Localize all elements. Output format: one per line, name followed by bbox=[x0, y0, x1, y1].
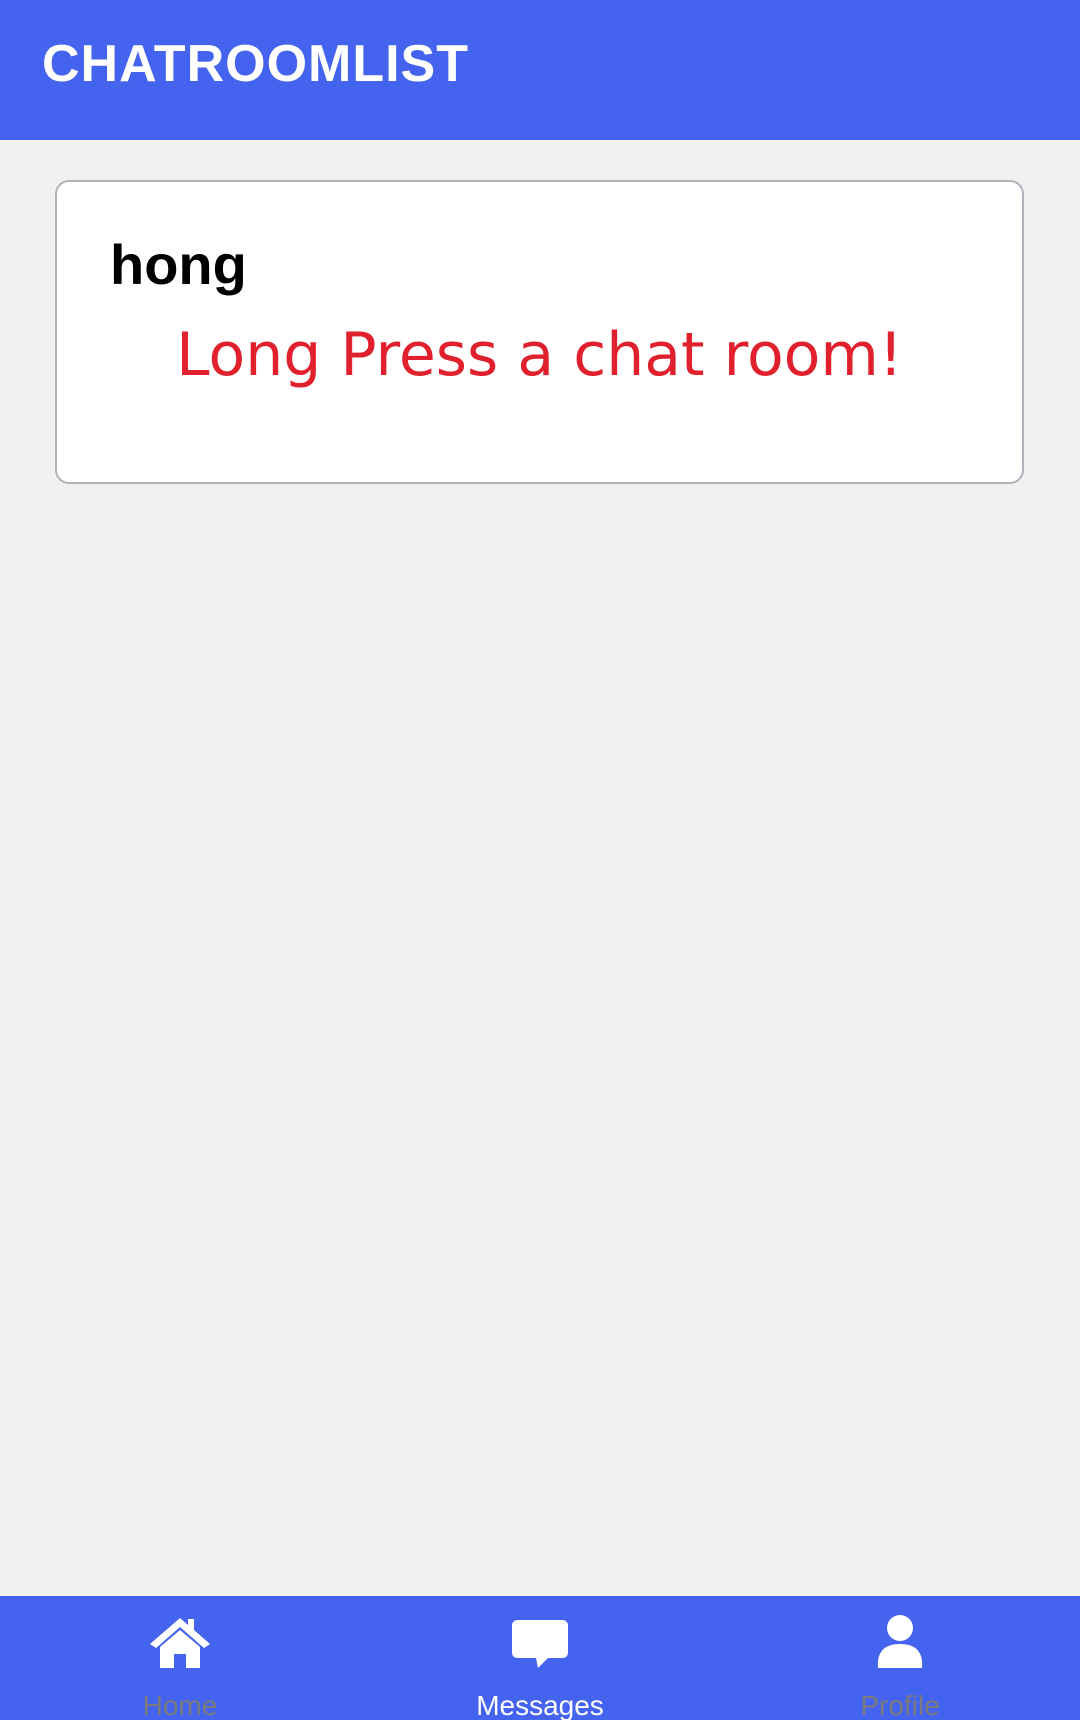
chat-room-name: hong bbox=[110, 233, 247, 296]
nav-item-messages[interactable]: Messages bbox=[360, 1596, 720, 1720]
user-icon bbox=[877, 1615, 923, 1668]
nav-label-profile: Profile bbox=[860, 1690, 940, 1720]
page-title: CHATROOMLIST bbox=[42, 35, 469, 93]
chat-room-card[interactable]: hong Long Press a chat room! bbox=[55, 180, 1024, 484]
nav-label-home: Home bbox=[142, 1690, 218, 1720]
bottom-navigation: Home Messages Profile bbox=[0, 1596, 1080, 1720]
app-bar: CHATROOMLIST bbox=[0, 0, 1080, 140]
home-icon bbox=[150, 1618, 210, 1668]
chat-bubble-icon bbox=[512, 1620, 568, 1668]
nav-label-messages: Messages bbox=[476, 1690, 604, 1720]
nav-item-profile[interactable]: Profile bbox=[720, 1596, 1080, 1720]
long-press-hint: Long Press a chat room! bbox=[176, 320, 903, 390]
nav-item-home[interactable]: Home bbox=[0, 1596, 360, 1720]
